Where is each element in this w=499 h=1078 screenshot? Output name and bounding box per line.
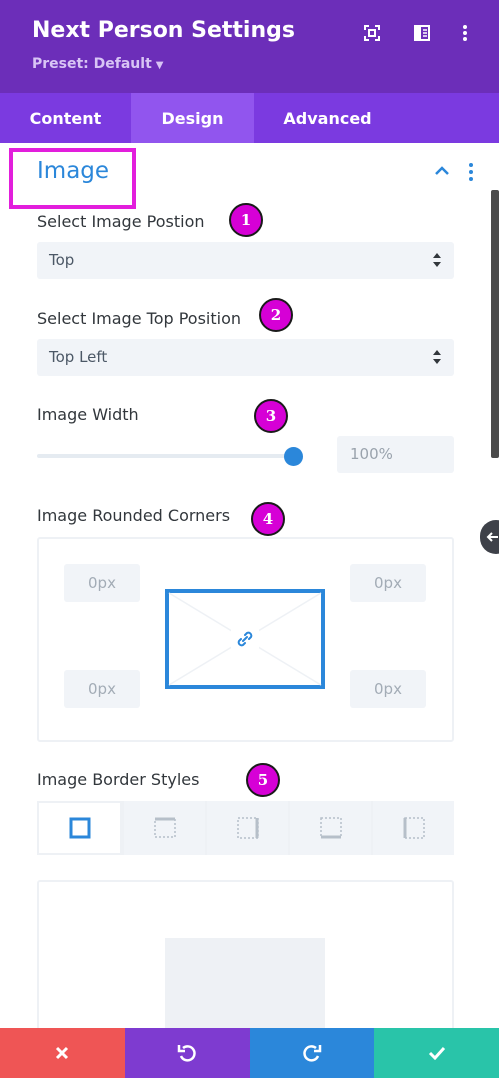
discard-button[interactable] xyxy=(0,1028,125,1078)
corner-bottom-left-input[interactable]: 0px xyxy=(64,670,140,708)
corner-top-right-input[interactable]: 0px xyxy=(350,564,426,602)
corner-bottom-right-input[interactable]: 0px xyxy=(350,670,426,708)
settings-tabs: Content Design Advanced xyxy=(0,93,499,143)
close-icon xyxy=(56,1046,69,1060)
image-position-label: Select Image Postion xyxy=(37,212,205,231)
settings-header: Next Person Settings Preset: Default ▼ xyxy=(0,0,499,93)
arrow-left-icon xyxy=(486,532,498,542)
select-arrows-icon xyxy=(433,253,441,267)
undo-button[interactable] xyxy=(124,1028,250,1078)
border-styles-label: Image Border Styles xyxy=(37,770,200,789)
focus-icon[interactable] xyxy=(361,22,383,44)
image-width-input[interactable]: 100% xyxy=(337,436,454,473)
border-right-icon xyxy=(236,817,259,839)
image-width-slider-track[interactable] xyxy=(37,454,294,458)
image-width-slider-thumb[interactable] xyxy=(284,447,303,466)
panel-toggle[interactable] xyxy=(480,520,499,554)
action-bar xyxy=(0,1028,499,1078)
image-width-label: Image Width xyxy=(37,405,139,424)
section-menu-icon[interactable] xyxy=(466,162,476,182)
annotation-badge: 5 xyxy=(246,763,280,797)
check-icon xyxy=(428,1046,445,1060)
border-top-tab[interactable] xyxy=(124,801,205,855)
border-left-icon xyxy=(403,817,425,839)
split-view-icon[interactable] xyxy=(411,22,433,44)
caret-down-icon: ▼ xyxy=(155,60,164,71)
section-title[interactable]: Image xyxy=(37,158,109,184)
redo-icon xyxy=(303,1045,322,1062)
image-position-select[interactable]: Top xyxy=(37,242,454,279)
image-top-position-label: Select Image Top Position xyxy=(37,309,242,328)
redo-button[interactable] xyxy=(249,1028,375,1078)
preset-label: Preset: Default xyxy=(32,56,152,72)
image-top-position-select[interactable]: Top Left xyxy=(37,339,454,376)
preset-selector[interactable]: Preset: Default ▼ xyxy=(32,56,163,72)
border-preview xyxy=(165,938,325,1038)
save-button[interactable] xyxy=(374,1028,499,1078)
annotation-badge: 1 xyxy=(229,203,263,237)
tab-content[interactable]: Content xyxy=(0,93,131,143)
border-top-icon xyxy=(153,817,176,838)
border-left-tab[interactable] xyxy=(373,801,454,855)
tab-design[interactable]: Design xyxy=(131,93,254,143)
select-arrows-icon xyxy=(433,350,441,364)
annotation-badge: 2 xyxy=(259,298,293,332)
border-bottom-tab[interactable] xyxy=(290,801,371,855)
border-all-tab[interactable] xyxy=(37,801,122,855)
rounded-corners-label: Image Rounded Corners xyxy=(37,506,231,525)
border-style-tabs xyxy=(37,801,454,855)
border-right-tab[interactable] xyxy=(207,801,288,855)
corner-preview xyxy=(165,589,325,689)
more-vertical-icon[interactable] xyxy=(454,22,476,44)
border-bottom-icon xyxy=(319,817,342,839)
annotation-badge: 4 xyxy=(251,502,285,536)
scrollbar[interactable] xyxy=(491,190,499,458)
annotation-badge: 3 xyxy=(254,399,288,433)
chevron-up-icon[interactable] xyxy=(433,162,451,180)
border-all-icon xyxy=(69,817,90,839)
modal-title: Next Person Settings xyxy=(32,18,295,43)
corner-top-left-input[interactable]: 0px xyxy=(64,564,140,602)
image-position-value: Top xyxy=(49,251,75,269)
undo-icon xyxy=(177,1045,196,1062)
image-top-position-value: Top Left xyxy=(49,348,108,366)
tab-advanced[interactable]: Advanced xyxy=(254,93,401,143)
